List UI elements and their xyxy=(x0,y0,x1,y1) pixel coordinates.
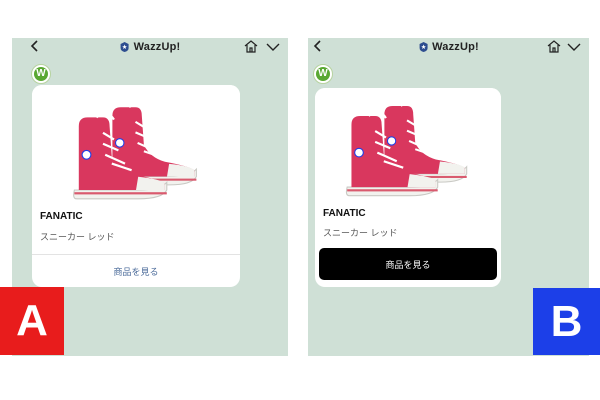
verified-badge-icon xyxy=(418,42,428,52)
home-icon[interactable] xyxy=(547,40,561,56)
chat-title-text: WazzUp! xyxy=(133,41,181,53)
chevron-down-icon[interactable] xyxy=(266,42,280,54)
product-brand: FANATIC xyxy=(40,211,83,222)
back-icon[interactable] xyxy=(313,40,323,55)
product-brand: FANATIC xyxy=(323,208,366,219)
chevron-down-icon[interactable] xyxy=(567,42,581,54)
product-description: スニーカー レッド xyxy=(40,232,115,242)
avatar[interactable]: W xyxy=(31,64,51,84)
chat-title-text: WazzUp! xyxy=(432,41,479,53)
chat-header: WazzUp! xyxy=(12,38,288,58)
variant-b-label: B xyxy=(533,288,600,355)
chat-title: WazzUp! xyxy=(120,41,181,53)
variant-a-label: A xyxy=(0,287,64,355)
verified-badge-icon xyxy=(120,42,130,52)
product-image[interactable] xyxy=(32,85,240,203)
home-icon[interactable] xyxy=(244,40,258,56)
product-description: スニーカー レッド xyxy=(323,228,398,238)
view-product-button[interactable]: 商品を見る xyxy=(32,254,240,287)
product-image[interactable] xyxy=(315,88,501,200)
view-product-button[interactable]: 商品を見る xyxy=(319,248,497,280)
chat-header: WazzUp! xyxy=(308,38,589,58)
back-icon[interactable] xyxy=(30,40,40,55)
avatar[interactable]: W xyxy=(313,64,333,84)
product-card[interactable]: FANATIC スニーカー レッド 商品を見る xyxy=(315,88,501,287)
product-card[interactable]: FANATIC スニーカー レッド 商品を見る xyxy=(32,85,240,287)
chat-title: WazzUp! xyxy=(418,41,479,53)
